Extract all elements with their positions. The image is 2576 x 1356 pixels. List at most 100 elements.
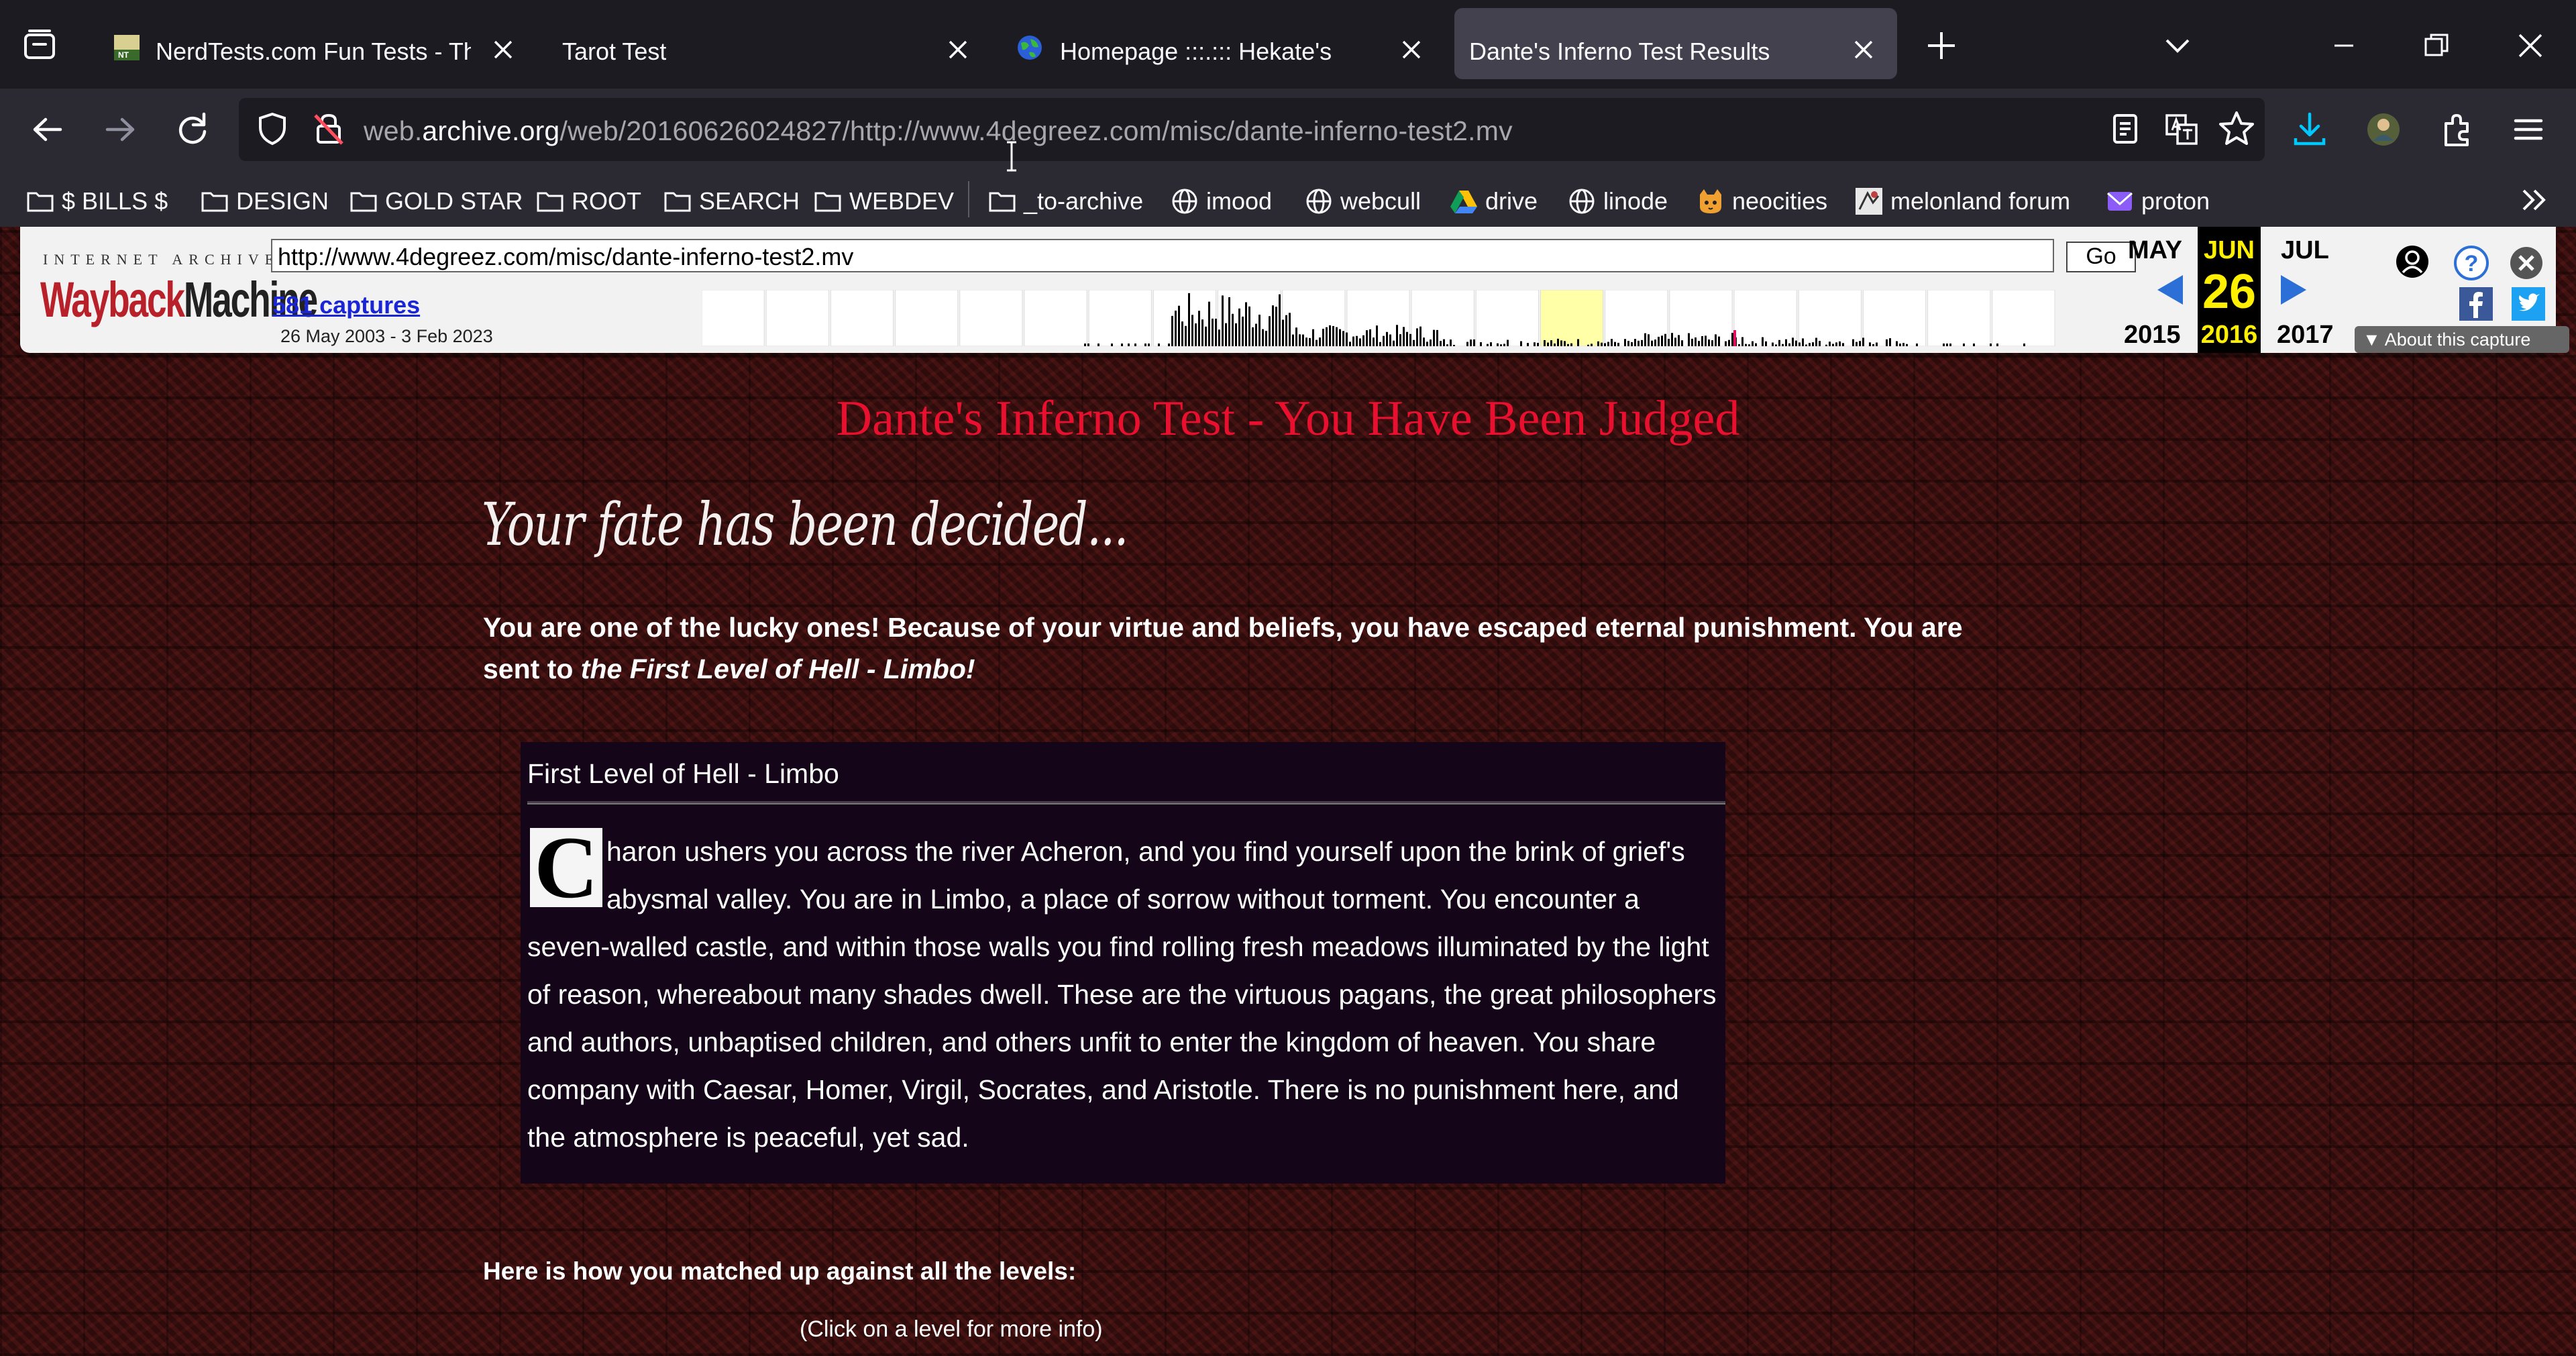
proton-mail-icon (2107, 192, 2133, 211)
prev-year-label[interactable]: 2015 (2124, 321, 2181, 350)
globe-icon (1306, 189, 1332, 214)
folder-icon (537, 192, 564, 212)
tab-title: Tarot Test (562, 38, 667, 65)
click-level-hint: (Click on a level for more info) (800, 1316, 1103, 1342)
level-divider (527, 801, 1725, 804)
bookmarks-toolbar: $ BILLS $ DESIGN GOLD STAR ROOT SEARCH W… (0, 172, 2576, 227)
folder-icon (27, 192, 54, 212)
bookmark-melonland-forum[interactable]: melonland forum (1854, 184, 2070, 219)
previous-capture-arrow-icon[interactable] (2153, 271, 2186, 309)
new-tab-plus-icon[interactable] (1923, 27, 1960, 64)
level-description-box: First Level of Hell - Limbo C haron ushe… (521, 742, 1725, 1184)
downloads-icon[interactable] (2289, 109, 2330, 150)
bookmarks-separator (968, 181, 969, 217)
list-all-tabs-icon[interactable] (20, 25, 59, 64)
reader-view-icon[interactable] (2106, 110, 2144, 148)
verdict-text: You are one of the lucky ones! Because o… (483, 612, 1963, 684)
close-tab-icon[interactable] (1851, 38, 1876, 62)
level-title: First Level of Hell - Limbo (527, 758, 839, 789)
user-account-icon[interactable] (2394, 243, 2431, 280)
tab-title: Dante's Inferno Test Results (1469, 38, 1770, 65)
bookmark-linode[interactable]: linode (1567, 184, 1668, 219)
wayback-url-input[interactable]: http://www.4degreez.com/misc/dante-infer… (271, 239, 2054, 272)
bookmark-webcull[interactable]: webcull (1304, 184, 1421, 219)
svg-text:NT: NT (118, 50, 129, 60)
text-cursor-icon (1007, 141, 1016, 172)
folder-icon (664, 192, 691, 212)
bookmark-folder-bills[interactable]: $ BILLS $ (25, 184, 168, 219)
globe-icon (1569, 189, 1595, 214)
chevron-down-icon[interactable] (2159, 27, 2196, 64)
facebook-share-icon[interactable] (2459, 287, 2493, 321)
bookmark-folder-to-archive[interactable]: _to-archive (987, 184, 1143, 219)
next-month-label[interactable]: JUL (2281, 236, 2329, 265)
wayback-go-button[interactable]: Go (2066, 242, 2136, 272)
tab-strip: NT NerdTests.com Fun Tests - The N Tarot… (0, 0, 2576, 89)
capture-sparkline[interactable] (702, 290, 2057, 346)
minimize-window-icon[interactable] (2325, 27, 2363, 64)
current-year-label: 2016 (2200, 321, 2258, 349)
bookmark-proton[interactable]: proton (2105, 184, 2210, 219)
folder-icon (201, 192, 228, 212)
capture-date-range: 26 May 2003 - 3 Feb 2023 (280, 326, 493, 346)
insecure-lock-icon[interactable] (310, 110, 347, 148)
close-tab-icon[interactable] (1399, 38, 1424, 62)
extensions-puzzle-icon[interactable] (2436, 109, 2478, 150)
bookmark-folder-search[interactable]: SEARCH (663, 184, 800, 219)
page-title: Dante's Inferno Test - You Have Been Jud… (836, 391, 1740, 446)
fate-heading: Your fate has been decided... (482, 490, 1128, 559)
nerdtests-favicon-icon: NT (114, 35, 140, 60)
back-arrow-icon[interactable] (27, 109, 68, 150)
globe-icon (1172, 189, 1197, 214)
next-year-label[interactable]: 2017 (2277, 321, 2334, 350)
close-tab-icon[interactable] (946, 38, 970, 62)
prev-month-label[interactable]: MAY (2128, 236, 2182, 265)
bookmark-folder-gold-star[interactable]: GOLD STAR (349, 184, 523, 219)
folder-icon (989, 192, 1016, 212)
bookmark-star-icon[interactable] (2216, 109, 2257, 149)
close-toolbar-icon[interactable] (2508, 244, 2545, 282)
close-tab-icon[interactable] (491, 38, 515, 62)
globe-favicon-icon (1018, 36, 1042, 60)
reload-icon[interactable] (172, 109, 213, 150)
navigation-toolbar: web.archive.org/web/20160626024827/http:… (0, 89, 2576, 172)
forward-arrow-icon[interactable] (99, 109, 141, 150)
bookmark-imood[interactable]: imood (1170, 184, 1272, 219)
current-capture-date: JUN 26 2016 (2198, 227, 2261, 353)
page-content: INTERNET ARCHIVE WaybackMachine http://w… (0, 227, 2576, 1356)
svg-text:?: ? (2465, 251, 2479, 276)
next-capture-arrow-icon[interactable] (2278, 271, 2310, 309)
tab-title: Homepage :::.::: Hekate's (1060, 38, 1332, 65)
bookmarks-overflow-chevron-icon[interactable] (2517, 182, 2552, 217)
tab-title: NerdTests.com Fun Tests - The N (156, 38, 471, 65)
bookmark-folder-root[interactable]: ROOT (535, 184, 641, 219)
level-description-text: haron ushers you across the river Achero… (527, 836, 1717, 1153)
tab-dante-results[interactable]: Dante's Inferno Test Results (1454, 8, 1897, 79)
bookmark-folder-design[interactable]: DESIGN (200, 184, 329, 219)
levels-match-heading: Here is how you matched up against all t… (483, 1257, 1077, 1285)
url-text[interactable]: web.archive.org/web/20160626024827/http:… (364, 115, 1513, 147)
help-icon[interactable]: ? (2453, 244, 2490, 282)
bookmark-neocities[interactable]: neocities (1696, 184, 1827, 219)
bookmark-folder-webdev[interactable]: WEBDEV (813, 184, 954, 219)
tab-tarot[interactable]: Tarot Test (530, 8, 986, 79)
translate-icon[interactable] (2163, 110, 2200, 148)
internet-archive-label: INTERNET ARCHIVE (43, 251, 280, 268)
restore-window-icon[interactable] (2418, 27, 2455, 64)
folder-icon (350, 192, 377, 212)
bookmark-drive[interactable]: drive (1449, 184, 1538, 219)
about-dropdown-triangle-icon: ▼ (2363, 329, 2385, 350)
close-window-icon[interactable] (2512, 27, 2549, 64)
captures-link[interactable]: 581 captures (272, 291, 420, 319)
google-drive-icon (1450, 191, 1477, 213)
address-bar[interactable]: web.archive.org/web/20160626024827/http:… (239, 98, 2265, 172)
cat-icon (1700, 189, 1721, 213)
tab-nerdtests[interactable]: NT NerdTests.com Fun Tests - The N (95, 8, 525, 79)
profile-extension-icon[interactable] (2363, 109, 2404, 150)
twitter-share-icon[interactable] (2512, 287, 2545, 321)
about-this-capture-button[interactable]: ▼ About this capture (2355, 326, 2569, 353)
tracking-protection-shield-icon[interactable] (254, 110, 291, 148)
hamburger-menu-icon[interactable] (2508, 109, 2549, 150)
tab-hekate[interactable]: Homepage :::.::: Hekate's (997, 8, 1453, 79)
current-month-label: JUN (2203, 236, 2255, 264)
